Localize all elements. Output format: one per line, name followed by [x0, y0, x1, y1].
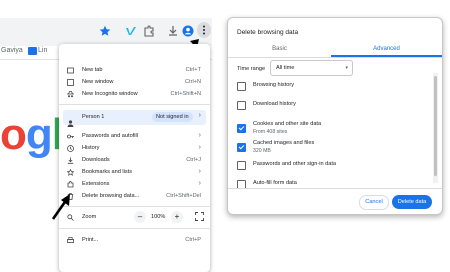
person-icon — [67, 114, 74, 127]
time-range-select[interactable]: All time ▾ — [270, 60, 353, 76]
tab-advanced[interactable]: Advanced — [331, 42, 442, 56]
menu-shortcut: Ctrl+N — [184, 79, 201, 85]
menu-item-label: History — [82, 145, 100, 151]
time-range-value: All time — [276, 65, 295, 71]
option-label: Cookies and other site data — [253, 121, 322, 127]
menu-item-label: New window — [82, 79, 114, 85]
profile-name: Person 1 — [82, 114, 105, 120]
tab-basic[interactable]: Basic — [228, 42, 331, 56]
checkbox-checked[interactable] — [237, 143, 246, 152]
caret-down-icon: ▾ — [345, 65, 348, 71]
menu-item-label: Bookmarks and lists — [82, 169, 133, 175]
option-sub: From 408 sites — [253, 129, 288, 135]
menu-divider — [59, 228, 210, 229]
new-tab-icon — [67, 67, 74, 74]
dialog-title: Delete browsing data — [237, 29, 299, 36]
option-sub: 320 MB — [253, 148, 271, 154]
chevron-right-icon: › — [198, 144, 201, 151]
history-icon — [67, 145, 74, 152]
zoom-in-button[interactable]: + — [171, 211, 183, 223]
time-range-label: Time range — [237, 66, 266, 72]
download-icon — [67, 157, 74, 164]
zoom-level: 100% — [151, 214, 166, 220]
menu-item-label: Passwords and autofill — [82, 133, 138, 139]
menu-item-label: Zoom — [82, 214, 97, 220]
search-logo: ogl — [0, 110, 64, 160]
printer-icon — [67, 237, 74, 244]
star-icon[interactable] — [98, 24, 112, 38]
zoom-out-button[interactable]: – — [134, 211, 146, 223]
checkbox-checked[interactable] — [237, 124, 246, 133]
menu-item-print[interactable]: Print... Ctrl+P — [59, 234, 210, 247]
menu-shortcut: Ctrl+P — [185, 237, 201, 243]
option-label: Browsing history — [253, 82, 295, 88]
delete-data-button[interactable]: Delete data — [392, 195, 432, 209]
option-label: Cached images and files — [253, 140, 315, 146]
browser-window: Gaviya Lin ogl New tab Ctrl+T New window… — [0, 0, 212, 272]
menu-item-label: Delete browsing data... — [82, 193, 140, 199]
menu-item-label: New Incognito window — [82, 91, 138, 97]
new-window-icon — [67, 79, 74, 86]
bookmark-favicon-icon — [28, 47, 37, 55]
menu-item-label: Extensions — [82, 181, 110, 187]
vimeo-extension-icon[interactable] — [124, 24, 138, 38]
checkbox[interactable] — [237, 101, 246, 110]
menu-divider — [59, 104, 210, 105]
menu-item-label: Downloads — [82, 157, 110, 163]
delete-browsing-data-dialog: Delete browsing data Basic Advanced Time… — [227, 17, 443, 215]
menu-divider — [59, 206, 210, 207]
chevron-right-icon: › — [198, 168, 201, 175]
menu-item-zoom: Zoom – 100% + — [59, 211, 210, 225]
chevron-right-icon: › — [198, 132, 201, 139]
menu-item-delete-browsing-data[interactable]: Delete browsing data... Ctrl+Shift+Del — [59, 190, 210, 203]
bookmark-item[interactable]: Lin — [38, 47, 47, 54]
option-label: Passwords and other sign-in data — [253, 161, 337, 167]
extensions-puzzle-icon[interactable] — [142, 24, 156, 38]
logo-letter: o — [0, 110, 27, 159]
menu-shortcut: Ctrl+T — [185, 67, 201, 73]
menu-item-incognito[interactable]: New Incognito window Ctrl+Shift+N — [59, 88, 210, 101]
not-signed-in-badge: Not signed in — [152, 112, 193, 122]
chrome-main-menu: New tab Ctrl+T New window Ctrl+N New Inc… — [59, 44, 210, 272]
option-label: Auto-fill form data — [253, 180, 297, 186]
checkbox[interactable] — [237, 82, 246, 91]
chevron-right-icon: › — [198, 180, 201, 187]
key-icon — [67, 133, 74, 140]
download-icon[interactable] — [166, 24, 180, 38]
checkbox[interactable] — [237, 161, 246, 170]
annotation-arrow — [51, 194, 70, 220]
menu-item-profile[interactable]: Person 1 Not signed in › — [63, 110, 206, 127]
bookmark-item[interactable]: Gaviya — [1, 47, 23, 54]
incognito-icon — [67, 91, 74, 98]
menu-item-label: New tab — [82, 67, 103, 73]
option-label: Download history — [253, 101, 296, 107]
extensions-puzzle-icon — [67, 181, 74, 188]
menu-shortcut: Ctrl+Shift+Del — [166, 193, 201, 199]
tab-divider — [228, 57, 442, 58]
star-icon — [67, 169, 74, 176]
chevron-right-icon: › — [198, 112, 201, 119]
scrollbar-thumb[interactable] — [434, 76, 437, 176]
menu-shortcut: Ctrl+J — [186, 157, 201, 163]
logo-letter: g — [25, 110, 53, 159]
footer-divider — [228, 188, 442, 189]
cancel-button[interactable]: Cancel — [359, 195, 389, 210]
menu-shortcut: Ctrl+Shift+N — [170, 91, 201, 97]
fullscreen-icon[interactable] — [195, 212, 204, 221]
menu-item-label: Print... — [82, 237, 99, 243]
